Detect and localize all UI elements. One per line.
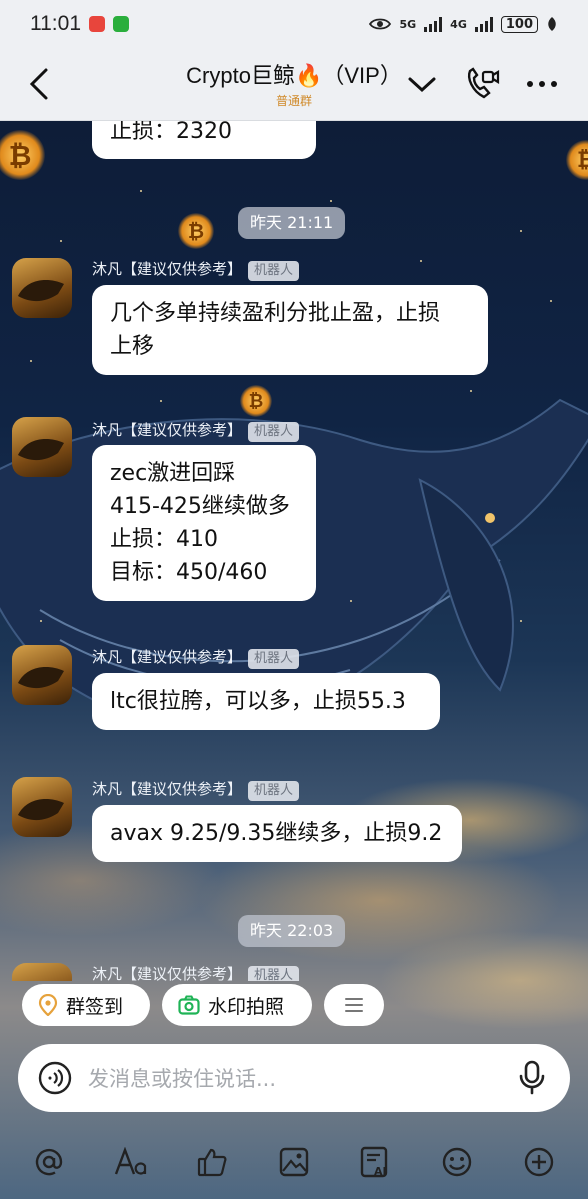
at-icon[interactable] bbox=[29, 1142, 69, 1182]
svg-text:AI: AI bbox=[374, 1165, 387, 1178]
message-list[interactable]: 止损：2320 昨天 21:11 沐凡【建议仅供参考】 机器人 几个多单持续盈利分… bbox=[0, 121, 588, 981]
sender-name[interactable]: 沐凡【建议仅供参考】 机器人 bbox=[92, 646, 300, 669]
message-bubble[interactable]: avax 9.25/9.35继续多，止损9.2 bbox=[92, 805, 462, 862]
location-pin-icon bbox=[38, 994, 58, 1016]
battery-indicator: 100 bbox=[500, 15, 538, 33]
camera-icon bbox=[178, 995, 200, 1015]
bot-badge: 机器人 bbox=[248, 649, 300, 669]
message-input[interactable] bbox=[86, 1058, 510, 1100]
avatar[interactable] bbox=[12, 777, 72, 837]
thumbs-up-icon[interactable] bbox=[192, 1142, 232, 1182]
checkin-button[interactable]: 群签到 bbox=[22, 984, 150, 1026]
video-call-icon[interactable] bbox=[464, 66, 500, 102]
bot-badge: 机器人 bbox=[248, 966, 300, 981]
message-bubble[interactable]: ltc很拉胯，可以多，止损55.3 bbox=[92, 673, 440, 730]
avatar[interactable] bbox=[12, 645, 72, 705]
network-5g-label: 5G bbox=[399, 17, 417, 31]
watermark-photo-button[interactable]: 水印拍照 bbox=[162, 984, 312, 1026]
status-time: 11:01 bbox=[30, 12, 81, 35]
leaf-icon bbox=[548, 17, 556, 31]
signal-bars-icon bbox=[474, 16, 493, 32]
chevron-down-icon[interactable] bbox=[404, 66, 440, 102]
image-icon[interactable] bbox=[274, 1142, 314, 1182]
chat-header: Crypto巨鲸🔥（VIP） 普通群 bbox=[0, 48, 588, 121]
signal-bars-icon bbox=[424, 16, 443, 32]
menu-icon bbox=[345, 998, 363, 1012]
more-shortcuts-button[interactable] bbox=[324, 984, 384, 1026]
wechat-icon bbox=[113, 16, 129, 32]
message-timestamp: 昨天 22:03 bbox=[238, 915, 346, 947]
checkin-label: 群签到 bbox=[66, 995, 124, 1018]
more-options-icon[interactable] bbox=[524, 66, 560, 102]
bot-badge: 机器人 bbox=[248, 422, 300, 442]
font-icon[interactable] bbox=[111, 1142, 151, 1182]
message-bubble[interactable]: zec激进回踩 415-425继续做多 止损：410 目标：450/460 bbox=[92, 445, 316, 601]
microphone-icon[interactable] bbox=[518, 1060, 546, 1096]
plus-icon[interactable] bbox=[519, 1142, 559, 1182]
voice-input-icon[interactable] bbox=[38, 1061, 72, 1095]
sender-name[interactable]: 沐凡【建议仅供参考】 机器人 bbox=[92, 963, 300, 981]
bot-badge: 机器人 bbox=[248, 261, 300, 281]
eye-icon bbox=[369, 18, 392, 30]
watermark-photo-label: 水印拍照 bbox=[208, 995, 285, 1018]
avatar[interactable] bbox=[12, 417, 72, 477]
network-4g-label: 4G bbox=[450, 17, 467, 31]
sender-name[interactable]: 沐凡【建议仅供参考】 机器人 bbox=[92, 258, 300, 281]
sender-name[interactable]: 沐凡【建议仅供参考】 机器人 bbox=[92, 419, 300, 442]
sender-name[interactable]: 沐凡【建议仅供参考】 机器人 bbox=[92, 778, 300, 801]
message-input-bar bbox=[18, 1044, 570, 1112]
message-bubble[interactable]: 几个多单持续盈利分批止盈，止损 上移 bbox=[92, 285, 488, 375]
avatar[interactable] bbox=[12, 963, 72, 981]
status-bar: 11:01 5G 4G 100 bbox=[0, 0, 588, 48]
bot-badge: 机器人 bbox=[248, 781, 300, 801]
message-bubble[interactable]: 止损：2320 bbox=[92, 121, 316, 159]
ai-text-icon[interactable]: AI bbox=[356, 1142, 396, 1182]
emoji-icon[interactable] bbox=[437, 1142, 477, 1182]
message-timestamp: 昨天 21:11 bbox=[238, 207, 346, 239]
huawei-app-icon bbox=[89, 16, 105, 32]
avatar[interactable] bbox=[12, 258, 72, 318]
input-toolbar: AI bbox=[0, 1124, 588, 1199]
